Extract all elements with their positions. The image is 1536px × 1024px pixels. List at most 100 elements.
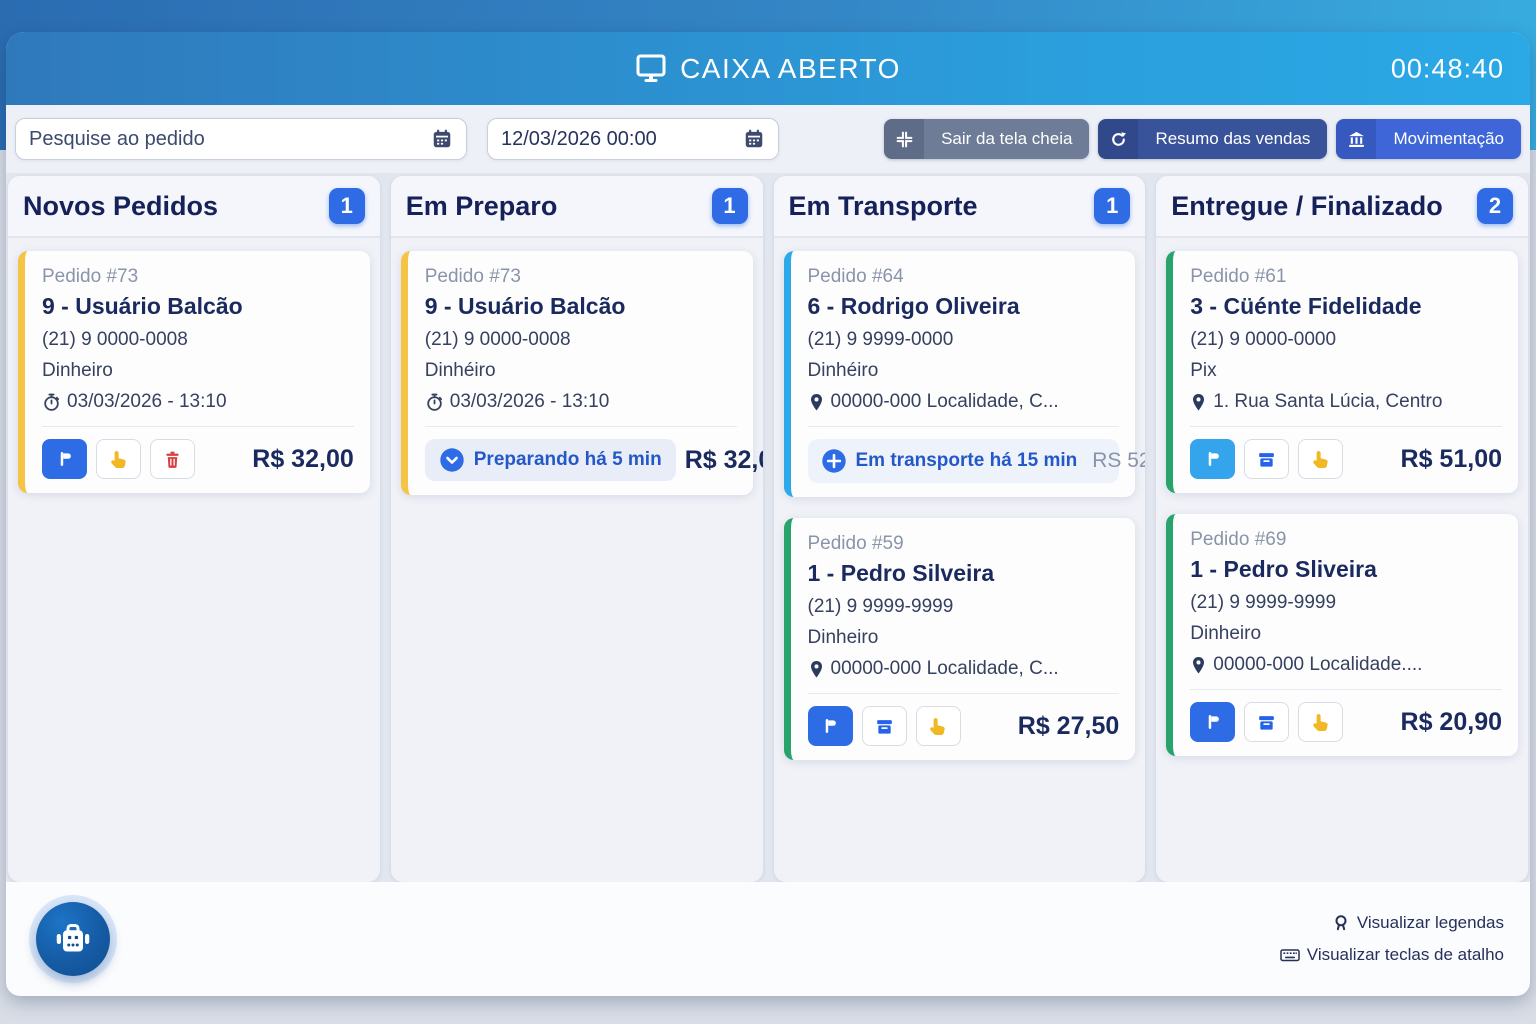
card-actions: R$ 20,90 [1190, 702, 1502, 742]
stopwatch-icon [42, 393, 61, 412]
print-order-button[interactable] [808, 706, 853, 746]
app-window: CAIXA ABERTO 00:48:40 [6, 32, 1530, 996]
card-actions: Preparando há 5 min R$ 32,00 [425, 439, 737, 481]
column-em-preparo: Em Preparo 1 Pedido #73 9 - Usuário Balc… [391, 176, 763, 882]
medal-icon [1332, 914, 1350, 932]
card-actions: R$ 32,00 [42, 439, 354, 479]
flag-icon [56, 450, 74, 468]
date-input[interactable] [501, 128, 743, 151]
toolbar: Sair da tela cheia Resumo das vendas [6, 105, 1530, 173]
order-address: 00000-000 Localidade.... [1213, 654, 1422, 676]
order-datetime-row: 03/03/2026 - 13:10 [425, 391, 737, 413]
order-card[interactable]: Pedido #73 9 - Usuário Balcão (21) 9 000… [401, 251, 753, 495]
exit-fullscreen-button[interactable]: Sair da tela cheia [884, 119, 1089, 159]
flag-icon [1204, 450, 1222, 468]
bank-icon [1336, 119, 1376, 159]
customer-phone: (21) 9 0000-0008 [425, 329, 737, 351]
order-card[interactable]: Pedido #64 6 - Rodrigo Oliveira (21) 9 9… [784, 251, 1136, 497]
order-address-row: 00000-000 Localidade.... [1190, 654, 1502, 676]
print-order-button[interactable] [42, 439, 87, 479]
customer-name: 1 - Pedro Silveira [808, 560, 1120, 587]
payment-method: Dinheiro [42, 360, 354, 382]
page-title: CAIXA ABERTO [635, 53, 901, 85]
customer-phone: (21) 9 9999-0000 [808, 329, 1120, 351]
kanban-board: Novos Pedidos 1 Pedido #73 9 - Usuário B… [6, 173, 1530, 882]
order-price: R$ 27,50 [1018, 712, 1119, 741]
advance-order-button[interactable] [1298, 439, 1343, 479]
order-card[interactable]: Pedido #73 9 - Usuário Balcão (21) 9 000… [18, 251, 370, 493]
hand-pointer-icon [1311, 449, 1331, 469]
order-price: R$ 32,00 [685, 446, 763, 475]
advance-order-button[interactable] [1298, 702, 1343, 742]
hand-pointer-icon [109, 449, 129, 469]
order-address: 00000-000 Localidade, C... [831, 658, 1059, 680]
payment-method: Dinheiro [1190, 623, 1502, 645]
view-legends-link[interactable]: Visualizar legendas [1332, 913, 1504, 933]
payment-method: Pix [1190, 360, 1502, 382]
order-address: 1. Rua Santa Lúcia, Centro [1213, 391, 1442, 413]
column-title: Em Preparo [406, 191, 558, 222]
view-shortcuts-link[interactable]: Visualizar teclas de atalho [1280, 945, 1504, 965]
column-body: Pedido #73 9 - Usuário Balcão (21) 9 000… [8, 238, 380, 506]
divider [808, 693, 1120, 694]
divider [1190, 689, 1502, 690]
order-search-field[interactable] [15, 118, 467, 160]
column-header: Entregue / Finalizado 2 [1156, 176, 1528, 238]
assistant-robot-button[interactable] [36, 902, 110, 976]
movement-label: Movimentação [1376, 129, 1521, 149]
status-pill[interactable]: Preparando há 5 min [425, 439, 676, 481]
print-order-button[interactable] [1190, 439, 1235, 479]
sales-summary-button[interactable]: Resumo das vendas [1098, 119, 1327, 159]
order-card[interactable]: Pedido #59 1 - Pedro Silveira (21) 9 999… [784, 518, 1136, 760]
exit-fullscreen-label: Sair da tela cheia [924, 129, 1089, 149]
status-pill[interactable]: Em transporte há 15 min RS 52 [808, 439, 1120, 483]
column-body: Pedido #64 6 - Rodrigo Oliveira (21) 9 9… [774, 238, 1146, 773]
order-number: Pedido #73 [42, 266, 354, 288]
receipt-button[interactable] [862, 706, 907, 746]
card-actions: R$ 27,50 [808, 706, 1120, 746]
view-shortcuts-label: Visualizar teclas de atalho [1307, 945, 1504, 965]
customer-name: 1 - Pedro Sliveira [1190, 556, 1502, 583]
customer-name: 9 - Usuário Balcão [425, 293, 737, 320]
search-input[interactable] [29, 128, 431, 151]
order-number: Pedido #61 [1190, 266, 1502, 288]
calendar-icon[interactable] [743, 128, 765, 150]
card-actions: R$ 51,00 [1190, 439, 1502, 479]
payment-method: Dinhéiro [425, 360, 737, 382]
calendar-icon[interactable] [431, 128, 453, 150]
order-card[interactable]: Pedido #69 1 - Pedro Sliveira (21) 9 999… [1166, 514, 1518, 756]
order-number: Pedido #73 [425, 266, 737, 288]
order-price: R$ 32,00 [252, 445, 353, 474]
payment-method: Dinheiro [808, 627, 1120, 649]
archive-icon [875, 717, 894, 736]
trash-icon [163, 450, 182, 469]
order-address: 00000-000 Localidade, C... [831, 391, 1059, 413]
movement-button[interactable]: Movimentação [1336, 119, 1521, 159]
order-card[interactable]: Pedido #61 3 - Cüénte Fidelidade (21) 9 … [1166, 251, 1518, 493]
hand-pointer-icon [1311, 712, 1331, 732]
monitor-icon [635, 54, 667, 84]
flag-icon [821, 717, 839, 735]
archive-icon [1257, 450, 1276, 469]
order-number: Pedido #59 [808, 533, 1120, 555]
column-count-badge: 1 [1094, 188, 1130, 224]
column-title: Novos Pedidos [23, 191, 218, 222]
keyboard-icon [1280, 946, 1300, 964]
order-datetime: 03/03/2026 - 13:10 [450, 391, 610, 413]
customer-name: 6 - Rodrigo Oliveira [808, 293, 1120, 320]
divider [808, 426, 1120, 427]
column-header: Novos Pedidos 1 [8, 176, 380, 238]
column-header: Em Preparo 1 [391, 176, 763, 238]
customer-phone: (21) 9 9999-9999 [1190, 592, 1502, 614]
advance-order-button[interactable] [916, 706, 961, 746]
divider [1190, 426, 1502, 427]
advance-order-button[interactable] [96, 439, 141, 479]
print-order-button[interactable] [1190, 702, 1235, 742]
delete-order-button[interactable] [150, 439, 195, 479]
receipt-button[interactable] [1244, 439, 1289, 479]
compress-icon [884, 119, 924, 159]
order-address-row: 1. Rua Santa Lúcia, Centro [1190, 391, 1502, 413]
customer-phone: (21) 9 9999-9999 [808, 596, 1120, 618]
date-filter-field[interactable] [487, 118, 779, 160]
receipt-button[interactable] [1244, 702, 1289, 742]
